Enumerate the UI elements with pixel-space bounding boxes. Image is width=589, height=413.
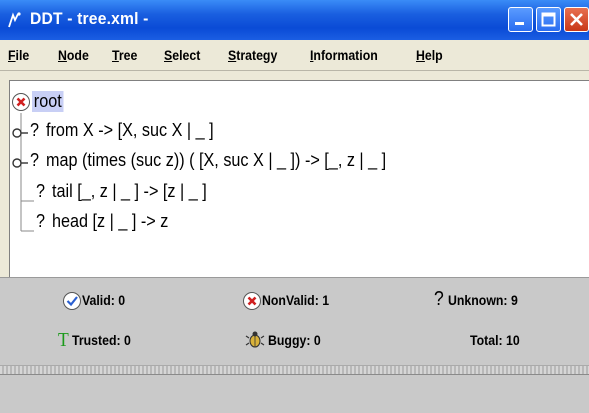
trusted-count: Trusted: 0 [72, 332, 131, 348]
menu-node[interactable]: Node [58, 47, 89, 63]
nonvalid-x-icon [12, 93, 30, 111]
status-panel: Valid: 0 NonValid: 1 ? Unknown: 9 T Trus… [0, 277, 589, 366]
tree-node-tail[interactable]: tail [_, z | _ ] -> [z | _ ] [52, 181, 207, 202]
trusted-t-icon: T [58, 329, 69, 351]
minimize-button[interactable] [508, 7, 533, 32]
window-title: DDT - tree.xml - [30, 9, 149, 28]
debug-tree[interactable]: root ? from X -> [X, suc X | _ ] ? map (… [9, 80, 589, 277]
valid-check-icon [63, 292, 81, 310]
tree-node-from[interactable]: from X -> [X, suc X | _ ] [46, 120, 214, 141]
ddt-window: DDT - tree.xml - File Node Tree Select S… [0, 0, 589, 413]
tree-node-marker: ? [30, 150, 40, 170]
tree-node-marker: ? [36, 211, 46, 231]
menu-strategy[interactable]: Strategy [228, 47, 277, 63]
menu-bar: File Node Tree Select Strategy Informati… [0, 40, 589, 71]
tree-node-map[interactable]: map (times (suc z)) ( [X, suc X | _ ]) -… [46, 150, 386, 171]
menu-help[interactable]: Help [416, 47, 443, 63]
nonvalid-count: NonValid: 1 [262, 292, 330, 308]
tree-node-marker: ? [36, 181, 46, 201]
total-count: Total: 10 [470, 332, 520, 348]
bottom-panel [0, 374, 589, 413]
valid-count: Valid: 0 [82, 292, 126, 308]
unknown-count: Unknown: 9 [448, 292, 518, 308]
title-bar[interactable]: DDT - tree.xml - [0, 0, 589, 40]
minimize-icon [515, 22, 524, 25]
maximize-button[interactable] [536, 7, 561, 32]
buggy-bug-icon [245, 331, 265, 348]
nonvalid-x-icon [243, 292, 261, 310]
expand-handle-icon[interactable] [11, 155, 31, 171]
expand-handle-icon[interactable] [11, 125, 31, 141]
ddt-app-icon [8, 12, 21, 28]
menu-tree[interactable]: Tree [112, 47, 137, 63]
maximize-icon [541, 12, 556, 27]
close-icon [570, 13, 583, 26]
tree-node-head[interactable]: head [z | _ ] -> z [52, 211, 168, 232]
tree-root-node[interactable]: root [32, 91, 64, 112]
buggy-count: Buggy: 0 [268, 332, 321, 348]
menu-file[interactable]: File [8, 47, 29, 63]
menu-select[interactable]: Select [164, 47, 200, 63]
close-button[interactable] [564, 7, 589, 32]
unknown-question-icon: ? [434, 288, 444, 310]
tree-node-marker: ? [30, 120, 40, 140]
menu-information[interactable]: Information [310, 47, 378, 63]
